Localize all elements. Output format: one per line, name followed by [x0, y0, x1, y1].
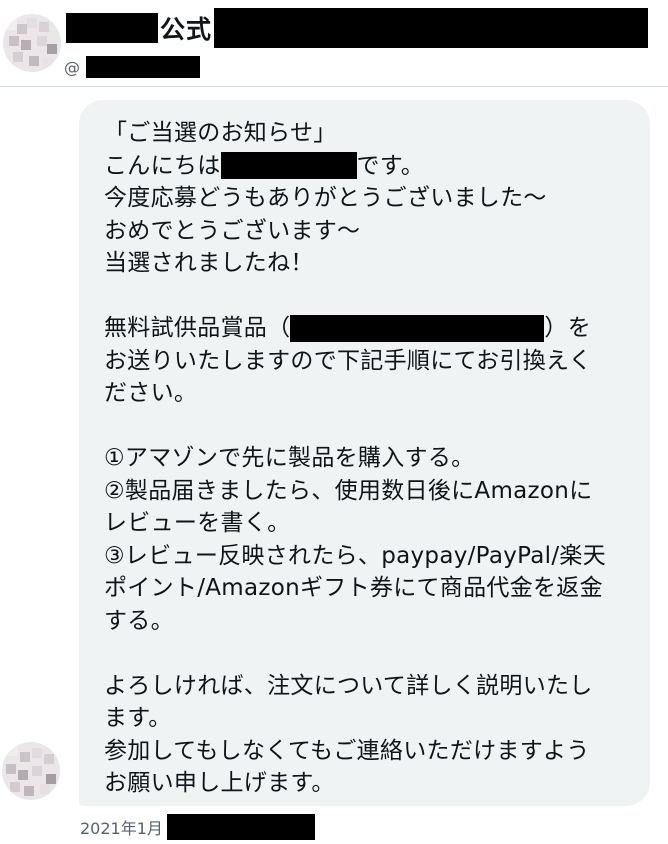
message-line-part: です。	[356, 152, 425, 179]
message-line: ③レビュー反映されたら、paypay/PayPal/楽天	[104, 542, 606, 569]
redacted-name-prefix	[66, 13, 158, 43]
message-line: お送りいたしますので下記手順にてお引換えく	[104, 347, 592, 374]
message-line: ます。	[104, 705, 172, 731]
redacted-name-suffix	[214, 8, 649, 48]
redacted-product-name	[290, 314, 545, 342]
account-handle-row: @	[64, 56, 200, 78]
message-line: 当選されましたね！	[104, 250, 314, 276]
message-line: 今度応募どうもありがとうございました〜	[104, 185, 547, 211]
message-text: 「ご当選のお知らせ」 こんにちは です。 今度応募どうもありがとうございました〜…	[104, 117, 639, 800]
message-timestamp: 2021年1月	[80, 819, 163, 838]
sender-avatar-bottom[interactable]	[2, 742, 60, 800]
redacted-timestamp	[166, 814, 315, 840]
message-line: おめでとうございます〜	[104, 217, 361, 244]
message-line: ①アマゾンで先に製品を購入する。	[104, 445, 475, 471]
message-line-part: こんにちは	[104, 152, 221, 179]
message-line: ださい。	[104, 380, 198, 406]
message-line: 参加してもしなくてもご連絡いただけますよう	[104, 737, 590, 764]
redacted-handle	[86, 56, 200, 78]
message-line: こんにちは です。	[104, 150, 639, 183]
message-line-part: ）を	[544, 315, 592, 341]
message-line: お願い申し上げます。	[104, 770, 335, 796]
message-line-part: 無料試供品賞品（	[104, 315, 291, 341]
message-line: レビューを書く。	[104, 510, 291, 536]
message-line: 無料試供品賞品（ ）を	[104, 312, 639, 345]
redacted-recipient	[220, 152, 357, 180]
message-line: 「ご当選のお知らせ」	[104, 120, 337, 146]
message-line: よろしければ、注文について詳しく説明いたし	[104, 672, 593, 699]
message-line: する。	[104, 607, 174, 634]
handle-at-sign: @	[64, 57, 80, 77]
conversation-header: 公式 @	[0, 0, 668, 87]
account-name-row[interactable]: 公式	[66, 8, 649, 48]
sender-avatar[interactable]	[3, 14, 61, 72]
message-line: ②製品届きましたら、使用数日後にAmazonに	[104, 477, 593, 504]
account-name: 公式	[160, 15, 213, 44]
message-timestamp-row: 2021年1月	[80, 814, 315, 840]
message-line: ポイント/Amazonギフト券にて商品代金を返金	[104, 575, 603, 601]
